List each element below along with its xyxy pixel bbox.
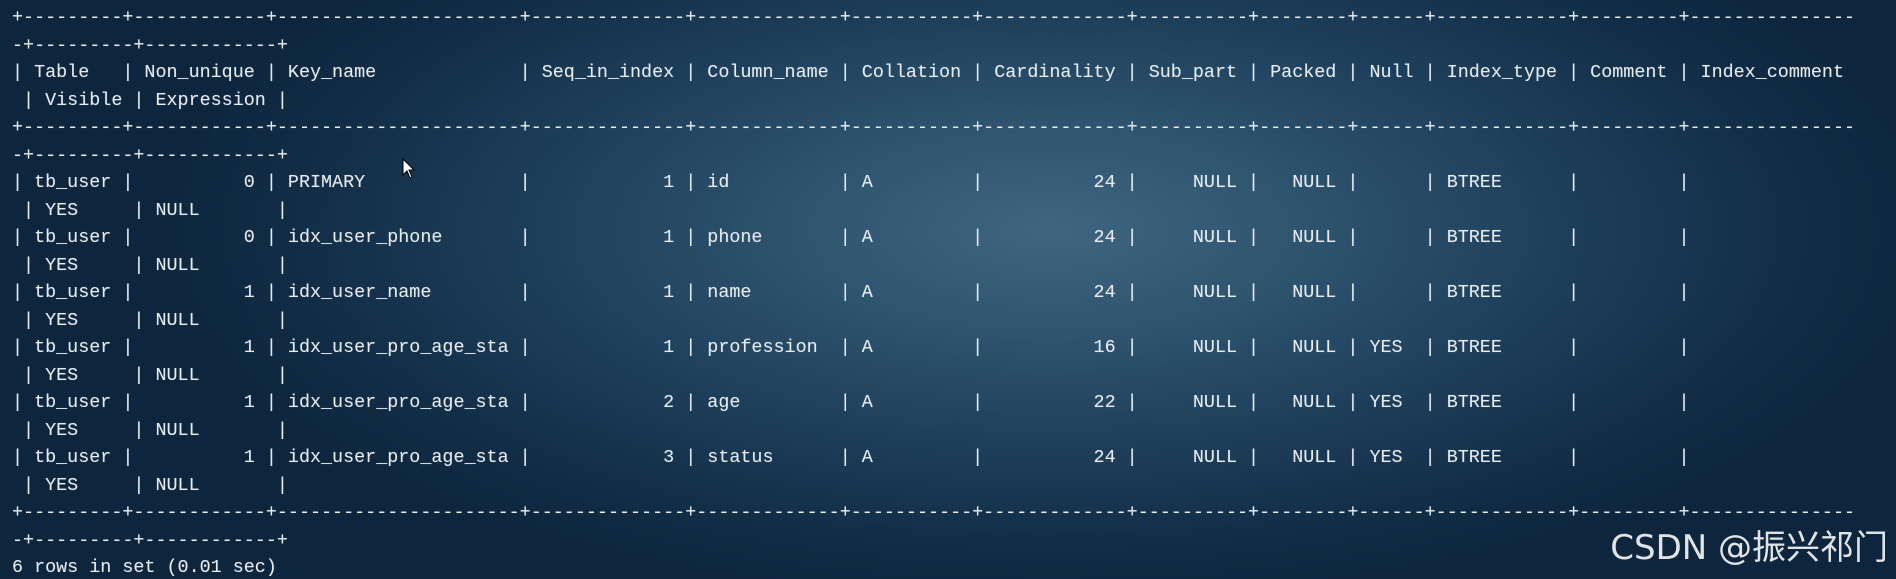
table-row: | tb_user | 1 | idx_user_pro_age_sta | 1… [12, 337, 1690, 358]
table-row-wrap: | YES | NULL | [12, 474, 288, 496]
table-row: | tb_user | 1 | idx_user_name | 1 | name… [12, 282, 1690, 303]
table-border-top-wrap: -+---------+------------+ [12, 34, 288, 56]
table-row: | tb_user | 1 | idx_user_pro_age_sta | 2… [12, 392, 1690, 413]
terminal-output[interactable]: +---------+------------+----------------… [12, 4, 1896, 579]
table-header-row-wrap: | Visible | Expression | [12, 89, 288, 111]
table-border-header-wrap: -+---------+------------+ [12, 144, 288, 166]
table-border-header: +---------+------------+----------------… [12, 117, 1856, 138]
table-header-row: | Table | Non_unique | Key_name | Seq_in… [12, 62, 1845, 83]
table-row-wrap: | YES | NULL | [12, 309, 288, 331]
table-row-wrap: | YES | NULL | [12, 254, 288, 276]
table-row-wrap: | YES | NULL | [12, 199, 288, 221]
table-row-wrap: | YES | NULL | [12, 419, 288, 441]
table-row: | tb_user | 1 | idx_user_pro_age_sta | 3… [12, 447, 1690, 468]
table-row: | tb_user | 0 | idx_user_phone | 1 | pho… [12, 227, 1690, 248]
watermark-text: CSDN @振兴祁门 [1610, 528, 1888, 568]
table-row-wrap: | YES | NULL | [12, 364, 288, 386]
table-border-top: +---------+------------+----------------… [12, 7, 1856, 28]
table-row: | tb_user | 0 | PRIMARY | 1 | id | A | 2… [12, 172, 1690, 193]
mouse-pointer-icon [402, 157, 416, 180]
